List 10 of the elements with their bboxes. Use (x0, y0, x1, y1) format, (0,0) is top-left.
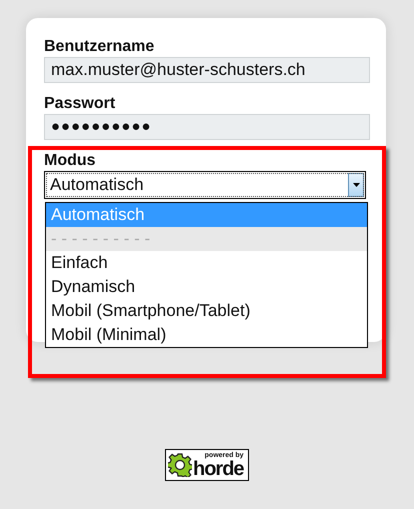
logo-wordmark: horde (193, 458, 244, 478)
username-field[interactable]: max.muster@huster-schusters.ch (44, 57, 370, 83)
field-label: Passwort (44, 95, 116, 113)
gear-icon (168, 453, 192, 477)
dropdown-arrow-button[interactable] (348, 173, 364, 197)
field-label: Modus (44, 152, 96, 170)
password-field[interactable]: ●●●●●●●●●● (44, 114, 370, 140)
field-label: Benutzername (44, 38, 154, 56)
caret-icon (352, 183, 360, 187)
mode-select[interactable]: Automatisch (44, 171, 366, 199)
